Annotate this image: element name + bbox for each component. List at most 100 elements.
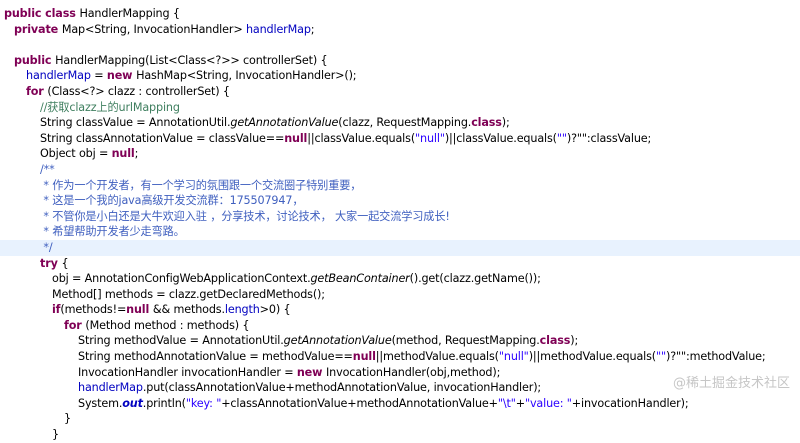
- code-line[interactable]: * 不管你是小白还是大牛欢迎入驻 ，分享技术，讨论技术， 大家一起交流学习成长!: [0, 209, 800, 225]
- code-token: //获取clazz上的urlMapping: [40, 100, 180, 114]
- code-line[interactable]: if(methods!=null && methods.length>0) {: [0, 302, 800, 318]
- code-token: )?"":methodValue;: [666, 350, 766, 364]
- code-token: ||classValue.equals(: [307, 131, 416, 145]
- code-line[interactable]: * 希望帮助开发者少走弯路。: [0, 224, 800, 240]
- code-line[interactable]: String methodValue = AnnotationUtil.getA…: [0, 333, 800, 349]
- code-line[interactable]: obj = AnnotationConfigWebApplicationCont…: [0, 271, 800, 287]
- code-token: for: [64, 318, 86, 332]
- code-token: >0) {: [259, 303, 291, 317]
- code-token: String methodAnnotationValue = methodVal…: [78, 350, 353, 364]
- code-line[interactable]: String classAnnotationValue = classValue…: [0, 131, 800, 147]
- code-token: )||methodValue.equals(: [528, 350, 657, 364]
- code-token: class: [471, 116, 502, 130]
- code-token: }: [64, 412, 71, 426]
- code-token: .println(: [142, 396, 186, 410]
- code-token: * 作为一个开发者，有一个学习的氛围跟一个交流圈子特别重要，: [40, 178, 362, 192]
- code-line[interactable]: String classValue = AnnotationUtil.getAn…: [0, 115, 800, 131]
- code-token: HandlerMapping(List<Class<?>> controller…: [55, 53, 328, 67]
- code-token: "": [656, 350, 667, 364]
- code-line[interactable]: Object obj = null;: [0, 146, 800, 162]
- code-token: getBeanContainer: [310, 272, 410, 286]
- code-token: && methods.: [152, 303, 225, 317]
- code-token: (Class<?> clazz : controllerSet) {: [47, 84, 230, 98]
- code-line[interactable]: }: [0, 427, 800, 443]
- code-token: Map<String, InvocationHandler>: [61, 22, 246, 36]
- code-token: * 不管你是小白还是大牛欢迎入驻 ，分享技术，讨论技术， 大家一起交流学习成长!: [40, 209, 450, 223]
- code-token: ().get(clazz.getName());: [409, 272, 541, 286]
- code-token: +: [515, 396, 525, 410]
- code-token: getAnnotationValue: [283, 334, 392, 348]
- code-token: +classAnnotationValue+methodAnnotationVa…: [221, 396, 498, 410]
- code-line[interactable]: */: [0, 239, 800, 256]
- code-token: null: [111, 147, 135, 161]
- code-token: String methodValue = AnnotationUtil.: [78, 334, 284, 348]
- code-token: getAnnotationValue: [230, 116, 339, 130]
- code-line[interactable]: private Map<String, InvocationHandler> h…: [0, 22, 800, 38]
- code-token: ;: [134, 147, 139, 161]
- code-line[interactable]: for (Class<?> clazz : controllerSet) {: [0, 84, 800, 100]
- code-token: +invocationHandler);: [571, 396, 689, 410]
- code-token: handlerMap: [245, 22, 311, 36]
- code-line[interactable]: Method[] methods = clazz.getDeclaredMeth…: [0, 287, 800, 303]
- code-token: null: [126, 303, 153, 317]
- code-token: length: [224, 303, 260, 317]
- code-token: System.: [78, 396, 123, 410]
- code-token: (clazz, RequestMapping.: [338, 116, 472, 130]
- code-line[interactable]: handlerMap = new HashMap<String, Invocat…: [0, 68, 800, 84]
- code-token: out: [122, 396, 143, 410]
- code-token: String classValue = AnnotationUtil.: [40, 116, 231, 130]
- code-token: public: [14, 53, 56, 67]
- code-token: }: [52, 428, 59, 442]
- code-token: "value: ": [524, 396, 572, 410]
- code-token: (method, RequestMapping.: [391, 334, 540, 348]
- code-token: )||classValue.equals(: [444, 131, 557, 145]
- code-token: InvocationHandler invocationHandler =: [78, 365, 297, 379]
- code-token: handlerMap: [78, 381, 143, 395]
- code-line[interactable]: public HandlerMapping(List<Class<?>> con…: [0, 53, 800, 69]
- code-line[interactable]: //获取clazz上的urlMapping: [0, 100, 800, 116]
- code-token: );: [501, 116, 514, 130]
- code-token: try: [40, 256, 62, 270]
- code-token: Method[] methods = clazz.getDeclaredMeth…: [52, 287, 325, 301]
- code-line[interactable]: public class HandlerMapping {: [0, 6, 800, 22]
- code-token: {: [61, 256, 69, 270]
- code-token: null: [352, 350, 376, 364]
- code-token: );: [570, 334, 579, 348]
- code-token: obj = AnnotationConfigWebApplicationCont…: [52, 272, 311, 286]
- code-token: new: [296, 365, 327, 379]
- code-line[interactable]: [0, 37, 800, 53]
- code-token: public class: [4, 7, 80, 20]
- code-line[interactable]: for (Method method : methods) {: [0, 318, 800, 334]
- code-token: InvocationHandler(obj,method);: [326, 365, 501, 379]
- code-token: handlerMap: [26, 69, 91, 83]
- code-token: HandlerMapping {: [79, 7, 180, 20]
- code-token: "null": [498, 350, 529, 364]
- code-token: "null": [415, 131, 445, 145]
- code-token: (methods!=: [60, 303, 127, 317]
- code-token: =: [90, 69, 107, 83]
- code-line[interactable]: String methodAnnotationValue = methodVal…: [0, 349, 800, 365]
- code-token: /**: [40, 162, 55, 176]
- code-token: HashMap<String, InvocationHandler>();: [136, 69, 357, 83]
- code-token: class: [539, 334, 571, 348]
- code-token: (Method method : methods) {: [85, 318, 250, 332]
- code-line[interactable]: /**: [0, 162, 800, 178]
- code-token: null: [284, 131, 308, 145]
- code-line[interactable]: }: [0, 411, 800, 427]
- code-token: */: [40, 240, 53, 254]
- code-token: new: [106, 69, 137, 83]
- code-token: ||methodValue.equals(: [375, 350, 499, 364]
- code-line[interactable]: try {: [0, 256, 800, 272]
- code-token: "": [556, 131, 567, 145]
- code-token: "key: ": [185, 396, 222, 410]
- code-token: )?"":classValue;: [566, 131, 652, 145]
- code-token: * 这是一个我的java高级开发交流群：175507947，: [40, 194, 304, 208]
- code-token: private: [14, 22, 62, 36]
- code-line[interactable]: * 作为一个开发者，有一个学习的氛围跟一个交流圈子特别重要，: [0, 178, 800, 194]
- code-token: "\t": [497, 396, 516, 410]
- code-token: String classAnnotationValue = classValue…: [40, 131, 285, 145]
- code-line[interactable]: System.out.println("key: "+classAnnotati…: [0, 396, 800, 412]
- watermark: @稀土掘金技术社区: [672, 376, 790, 391]
- code-line[interactable]: * 这是一个我的java高级开发交流群：175507947，: [0, 193, 800, 209]
- code-token: ;: [310, 22, 315, 36]
